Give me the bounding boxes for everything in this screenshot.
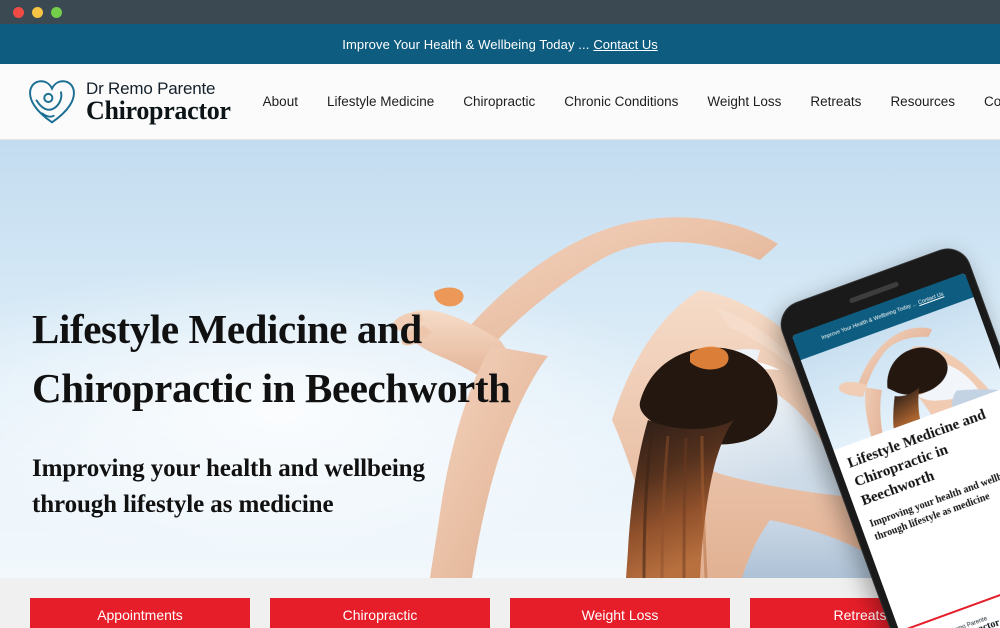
site-header: Dr Remo Parente Chiropractor About Lifes… [0, 64, 1000, 140]
maximize-window-button[interactable] [51, 6, 62, 18]
cta-appointments-button[interactable]: Appointments [30, 598, 250, 628]
nav-item-chronic-conditions[interactable]: Chronic Conditions [564, 94, 678, 109]
hero-copy: Lifestyle Medicine and Chiropractic in B… [32, 300, 592, 522]
nav-item-chiropractic[interactable]: Chiropractic [463, 94, 535, 109]
cta-weight-loss-button[interactable]: Weight Loss [510, 598, 730, 628]
cta-strip: Appointments Chiropractic Weight Loss Re… [0, 578, 1000, 628]
hero-heading: Lifestyle Medicine and Chiropractic in B… [32, 300, 592, 417]
cta-button-row: Appointments Chiropractic Weight Loss Re… [30, 598, 970, 628]
brand-wordmark: Dr Remo Parente Chiropractor [86, 80, 231, 124]
nav-item-contact[interactable]: Contact [984, 94, 1000, 109]
close-window-button[interactable] [13, 6, 24, 18]
brand-name: Dr Remo Parente [86, 78, 216, 98]
heart-with-figure-icon [26, 76, 78, 128]
nav-item-resources[interactable]: Resources [890, 94, 955, 109]
hero-heading-line-2: Chiropractic in Beechworth [32, 364, 511, 411]
announcement-text: Improve Your Health & Wellbeing Today ..… [342, 36, 590, 52]
hero-subheading: Improving your health and wellbeing thro… [32, 451, 592, 522]
nav-item-retreats[interactable]: Retreats [810, 94, 861, 109]
phone-announcement-link: Contact Us [917, 291, 945, 307]
hero-heading-line-1: Lifestyle Medicine and [32, 306, 422, 352]
brand-role: Chiropractor [86, 95, 231, 125]
announcement-bar: Improve Your Health & Wellbeing Today ..… [0, 24, 1000, 64]
announcement-contact-link[interactable]: Contact Us [593, 37, 657, 52]
hero-subheading-line-2: through lifestyle as medicine [32, 490, 334, 518]
cta-chiropractic-button[interactable]: Chiropractic [270, 598, 490, 628]
main-navigation: About Lifestyle Medicine Chiropractic Ch… [263, 94, 1000, 109]
hero-subheading-line-1: Improving your health and wellbeing [32, 455, 425, 483]
nav-item-lifestyle-medicine[interactable]: Lifestyle Medicine [327, 94, 434, 109]
nav-item-about[interactable]: About [263, 94, 298, 109]
phone-footer-wordmark: Dr Remo Parente Chiropractor [942, 613, 1000, 628]
site-logo[interactable]: Dr Remo Parente Chiropractor [26, 76, 231, 128]
nav-item-weight-loss[interactable]: Weight Loss [707, 94, 781, 109]
window-titlebar [0, 0, 1000, 24]
minimize-window-button[interactable] [32, 6, 43, 18]
browser-window: Improve Your Health & Wellbeing Today ..… [0, 0, 1000, 628]
